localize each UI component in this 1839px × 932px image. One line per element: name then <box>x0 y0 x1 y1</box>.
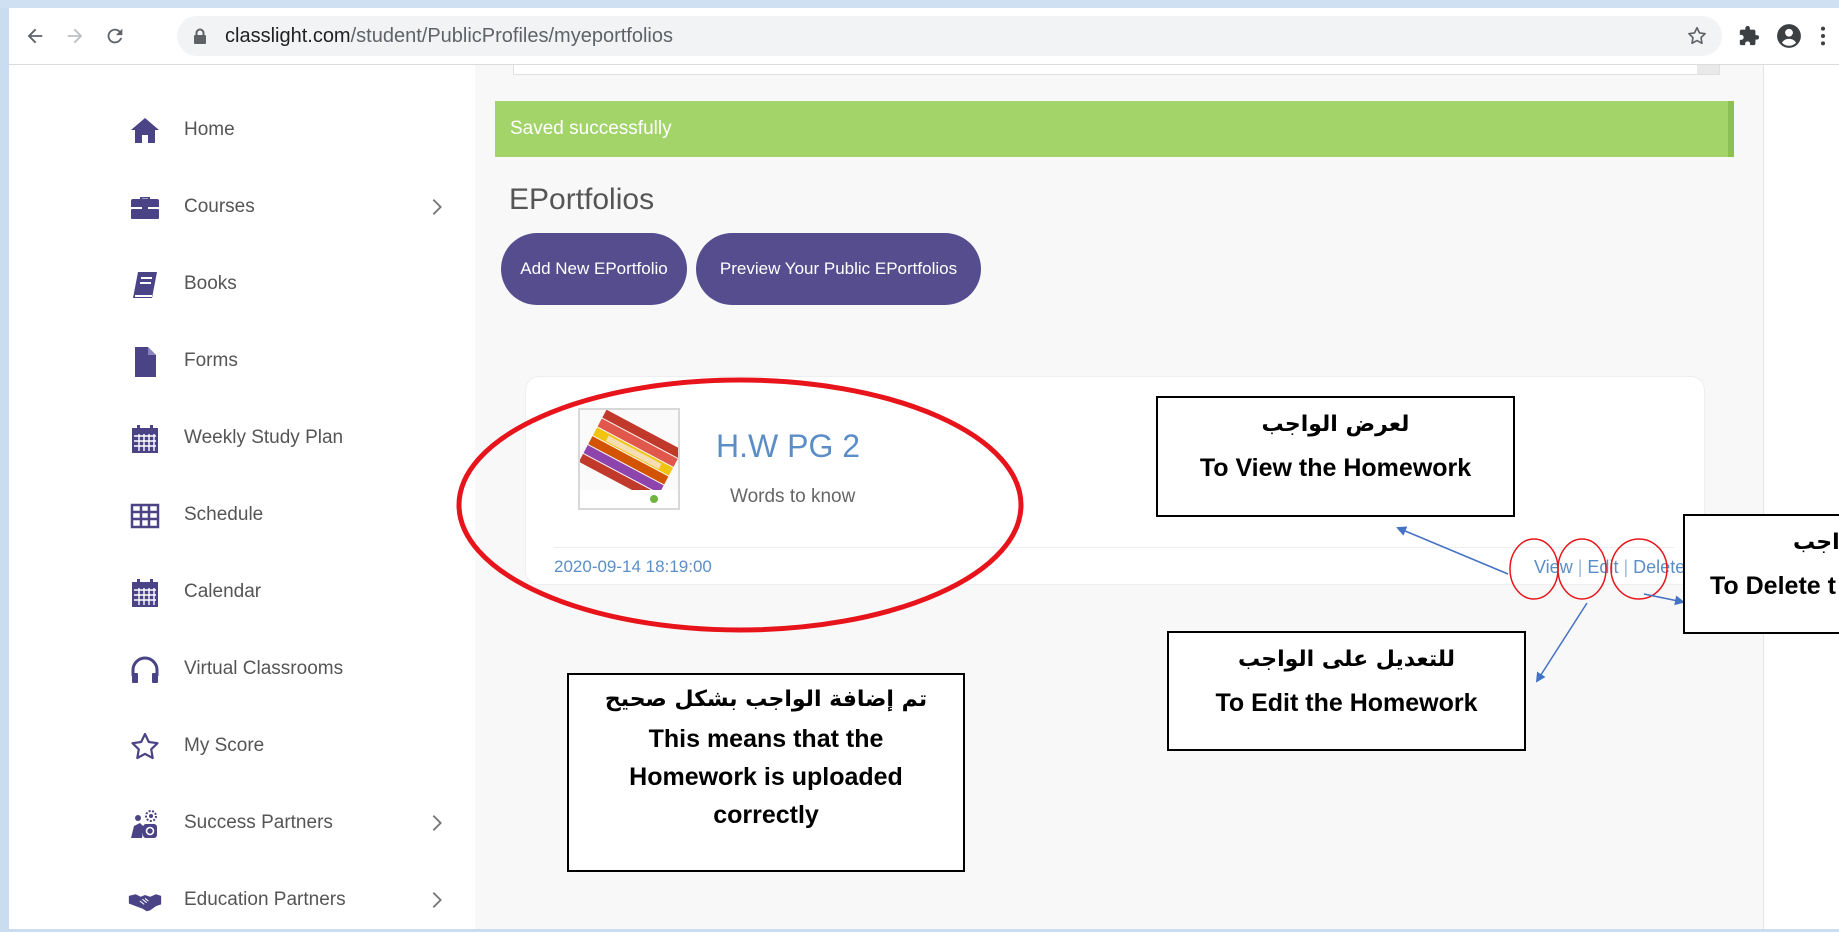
forward-arrow-icon <box>67 28 83 44</box>
eportfolio-thumbnail[interactable] <box>578 408 680 510</box>
chevron-right-icon <box>432 199 442 215</box>
top-select-field[interactable] <box>513 65 1720 75</box>
eportfolio-title[interactable]: H.W PG 2 <box>716 428 860 465</box>
edit-annotation-english: To Edit the Homework <box>1215 689 1478 717</box>
action-separator: | <box>1623 557 1629 577</box>
reload-button[interactable] <box>97 18 133 54</box>
sidebar-item-my-score[interactable]: My Score <box>102 714 475 778</box>
edit-link[interactable]: Edit <box>1587 557 1618 577</box>
preview-eportfolios-button[interactable]: Preview Your Public EPortfolios <box>696 233 981 305</box>
success-alert: Saved successfully <box>495 101 1734 157</box>
sidebar-item-label: Books <box>184 273 237 294</box>
table-icon <box>128 499 162 533</box>
sidebar-item-label: Calendar <box>184 581 262 602</box>
address-bar[interactable]: classlight.com/student/PublicProfiles/my… <box>177 16 1722 56</box>
profile-button[interactable] <box>1771 18 1807 54</box>
url-path: /student/PublicProfiles/myeportfolios <box>350 25 673 47</box>
sidebar: Home Courses Books Forms Weekly Study Pl… <box>102 65 475 929</box>
eportfolio-card: H.W PG 2 Words to know 2020-09-14 18:19:… <box>525 376 1705 585</box>
page-title: EPortfolios <box>509 183 655 216</box>
view-link[interactable]: View <box>1534 557 1573 577</box>
sidebar-item-books[interactable]: Books <box>102 252 475 316</box>
view-annotation-english: To View the Homework <box>1199 454 1472 482</box>
sidebar-item-label: Schedule <box>184 504 264 525</box>
window-top-strip <box>0 0 1839 8</box>
alert-text: Saved successfully <box>510 118 672 139</box>
view-annotation-arabic: لعرض الواجب <box>1261 412 1410 437</box>
reload-icon <box>107 28 123 44</box>
delete-annotation-english: To Delete t <box>1710 572 1836 600</box>
book-icon <box>128 268 162 302</box>
browser-toolbar: classlight.com/student/PublicProfiles/my… <box>9 8 1839 65</box>
dropdown-toggle[interactable] <box>1697 65 1719 74</box>
eportfolio-actions: View | Edit | Delete <box>1534 557 1685 578</box>
edit-annotation-arabic: للتعديل على الواجب <box>1237 647 1456 672</box>
briefcase-icon <box>128 191 162 225</box>
handshake-icon <box>128 884 162 918</box>
sidebar-item-home[interactable]: Home <box>102 98 475 162</box>
sidebar-item-weekly-study-plan[interactable]: Weekly Study Plan <box>102 406 475 470</box>
edit-annotation-box: للتعديل على الواجب To Edit the Homework <box>1167 631 1526 751</box>
gears-icon <box>128 807 162 841</box>
sidebar-item-education-partners[interactable]: Education Partners <box>102 868 475 932</box>
url-text: classlight.com/student/PublicProfiles/my… <box>225 16 673 56</box>
document-icon <box>128 345 162 379</box>
delete-annotation-box: اجب To Delete t <box>1683 514 1839 634</box>
success-annotation-arabic: تم إضافة الواجب بشكل صحيح <box>604 687 928 712</box>
colored-pencils-image <box>580 410 678 508</box>
sidebar-item-label: Success Partners <box>184 812 333 833</box>
extensions-button[interactable] <box>1731 18 1767 54</box>
headphones-icon <box>128 653 162 687</box>
content-right-border <box>1763 65 1764 929</box>
calendar-grid-icon <box>128 422 162 456</box>
chevron-right-icon <box>432 815 442 831</box>
sidebar-item-label: Virtual Classrooms <box>184 658 344 679</box>
bookmark-star-icon[interactable] <box>1686 25 1708 47</box>
url-host: classlight.com <box>225 25 351 47</box>
add-eportfolio-button[interactable]: Add New EPortfolio <box>501 233 687 305</box>
puzzle-icon <box>1739 25 1760 46</box>
action-separator: | <box>1577 557 1583 577</box>
delete-link[interactable]: Delete <box>1633 557 1685 577</box>
sidebar-item-virtual-classrooms[interactable]: Virtual Classrooms <box>102 637 475 701</box>
back-arrow-icon <box>27 28 43 44</box>
home-icon <box>128 114 162 148</box>
sidebar-item-label: Forms <box>184 350 238 371</box>
star-icon <box>128 730 162 764</box>
chevron-right-icon <box>432 892 442 908</box>
sidebar-item-success-partners[interactable]: Success Partners <box>102 791 475 855</box>
view-annotation-box: لعرض الواجب To View the Homework <box>1156 396 1515 517</box>
sidebar-item-label: Home <box>184 119 235 140</box>
calendar-icon <box>128 576 162 610</box>
delete-annotation-arabic: اجب <box>1793 530 1839 555</box>
success-annotation-box: تم إضافة الواجب بشكل صحيح This means tha… <box>567 673 965 872</box>
kebab-menu-icon <box>1820 26 1826 46</box>
lock-icon <box>194 28 206 44</box>
card-divider <box>554 547 1674 548</box>
sidebar-item-courses[interactable]: Courses <box>102 175 475 239</box>
browser-menu-button[interactable] <box>1813 18 1833 54</box>
eportfolio-date: 2020-09-14 18:19:00 <box>554 557 712 576</box>
eportfolio-subtitle: Words to know <box>730 486 856 507</box>
forward-button[interactable] <box>57 18 93 54</box>
sidebar-item-schedule[interactable]: Schedule <box>102 483 475 547</box>
sidebar-item-label: Weekly Study Plan <box>184 427 344 448</box>
sidebar-item-label: Education Partners <box>184 889 346 910</box>
sidebar-item-forms[interactable]: Forms <box>102 329 475 393</box>
sidebar-item-label: My Score <box>184 735 265 756</box>
account-circle-icon <box>1777 24 1801 48</box>
sidebar-item-label: Courses <box>184 196 255 217</box>
back-button[interactable] <box>17 18 53 54</box>
sidebar-item-calendar[interactable]: Calendar <box>102 560 475 624</box>
success-annotation-english: This means that the Homework is uploaded… <box>629 725 903 829</box>
